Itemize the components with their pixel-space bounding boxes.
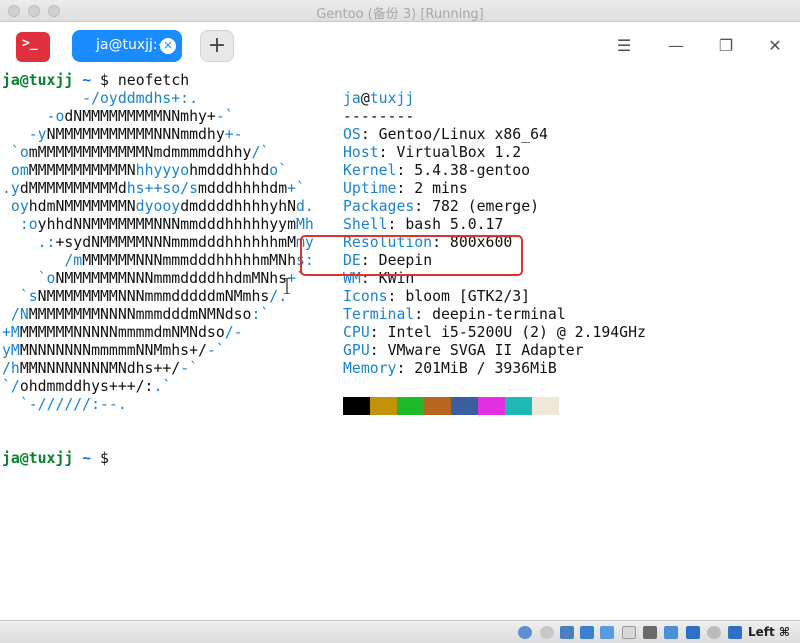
info-key: Uptime xyxy=(343,180,397,197)
info-key: Icons xyxy=(343,288,388,305)
close-icon[interactable]: ✕ xyxy=(765,36,785,56)
network-icon[interactable] xyxy=(580,626,594,639)
optical-drive-icon[interactable] xyxy=(540,626,554,639)
info-value: deepin-terminal xyxy=(432,306,566,323)
info-value: 782 (emerge) xyxy=(432,198,540,215)
virtualization-icon[interactable] xyxy=(686,626,700,639)
ascii-line: /NMMMMMMMMNNNNmmmdddmNMNdso:` xyxy=(10,306,270,323)
mac-title-bar: Gentoo (备份 3) [Running] xyxy=(0,0,800,22)
info-value: 201MiB / 3936MiB xyxy=(414,360,557,377)
info-row-os: OS: Gentoo/Linux x86_64 xyxy=(343,126,548,143)
info-row-packages: Packages: 782 (emerge) xyxy=(343,198,540,215)
ascii-line: /mMMMMMMNNNmmmdddhhhhhmMNhs: xyxy=(64,252,314,269)
info-user-host: ja@tuxjj xyxy=(343,90,415,107)
color-swatch xyxy=(370,397,397,415)
color-swatch xyxy=(343,397,370,415)
prompt-sign: $ xyxy=(100,450,109,467)
add-tab-button[interactable]: + xyxy=(200,30,234,62)
info-row-cpu: CPU: Intel i5-5200U (2) @ 2.194GHz xyxy=(343,324,646,341)
info-row-memory: Memory: 201MiB / 3936MiB xyxy=(343,360,557,377)
info-row-kernel: Kernel: 5.4.38-gentoo xyxy=(343,162,531,179)
ascii-line: .:+sydNMMMMMNNNmmmdddhhhhhhmMmy xyxy=(37,234,314,251)
command-text: neofetch xyxy=(117,72,190,89)
ascii-line: /hMMNNNNNNNNMNdhs++/-` xyxy=(2,360,199,377)
video-capture-icon[interactable] xyxy=(664,626,678,639)
prompt-line: ja@tuxjj ~ $ xyxy=(2,450,109,468)
info-row-uptime: Uptime: 2 mins xyxy=(343,180,468,197)
shared-folders-icon[interactable] xyxy=(622,626,636,639)
usb-icon[interactable] xyxy=(600,626,614,639)
tab-label: ja@tuxjj:~ xyxy=(96,37,170,53)
info-value: Gentoo/Linux x86_64 xyxy=(378,126,548,143)
maximize-icon[interactable]: ❐ xyxy=(716,36,736,56)
menu-icon[interactable]: ☰ xyxy=(614,36,634,56)
info-key: OS xyxy=(343,126,361,143)
ascii-line: +MMMMMMMNNNNNmmmmdmNMNdso/- xyxy=(2,324,243,341)
ascii-line: `oNMMMMMMMNNNmmmddddhhdmMNhs+` xyxy=(37,270,305,287)
prompt-dir: ~ xyxy=(82,450,92,467)
info-value: bloom [GTK2/3] xyxy=(405,288,531,305)
display-icon[interactable] xyxy=(643,626,657,639)
color-swatch xyxy=(451,397,478,415)
info-row-host: Host: VirtualBox 1.2 xyxy=(343,144,522,161)
prompt-user: ja@tuxjj xyxy=(2,72,74,89)
info-key: Host xyxy=(343,144,379,161)
info-key: GPU xyxy=(343,342,370,359)
info-value: 2 mins xyxy=(414,180,468,197)
ascii-line: -yNMMMMMMMMMMMNNNmmdhy+- xyxy=(28,126,243,143)
ascii-line: -odNMMMMMMMMMNNmhy+-` xyxy=(46,108,234,125)
info-row-icons: Icons: bloom [GTK2/3] xyxy=(343,288,531,305)
ascii-line: `omMMMMMMMMMMMMNmdmmmmddhhy/` xyxy=(10,144,270,161)
terminal-app-icon[interactable]: >_ xyxy=(16,32,50,62)
ascii-line: omMMMMMMMMMMMNhhyyyohmdddhhhdo` xyxy=(10,162,288,179)
host-key-label: Left ⌘ xyxy=(747,625,790,639)
ascii-line: -/oyddmdhs+:. xyxy=(82,90,198,107)
ascii-line: .ydMMMMMMMMMMdhs++so/smdddhhhhdm+` xyxy=(2,180,305,197)
ibeam-cursor-icon xyxy=(284,278,290,294)
info-key: Packages xyxy=(343,198,415,215)
command-line: ja@tuxjj ~ $ neofetch xyxy=(2,72,189,90)
ascii-line: `sNMMMMMMMMNNNmmmdddddmNMmhs/. xyxy=(19,288,288,305)
ascii-line: `/ohdmmddhys+++/:.` xyxy=(2,378,172,395)
ascii-line: `-//////:--. xyxy=(19,396,127,413)
prompt-sign: $ xyxy=(100,72,109,89)
info-key: Shell xyxy=(343,216,388,233)
audio-icon[interactable] xyxy=(560,626,574,639)
ascii-line: oyhdmNMMMMMMMNdyooydmddddhhhhyhNd. xyxy=(10,198,314,215)
info-key: Memory xyxy=(343,360,397,377)
color-swatch xyxy=(478,397,505,415)
info-separator: -------- xyxy=(343,108,415,125)
prompt-user: ja@tuxjj xyxy=(2,450,74,467)
terminal-header: >_ ja@tuxjj:~ × + ☰ — ❐ ✕ xyxy=(0,22,800,72)
vbox-status-bar: Left ⌘ xyxy=(0,620,800,643)
minimize-icon[interactable]: — xyxy=(666,36,686,56)
info-row-terminal: Terminal: deepin-terminal xyxy=(343,306,566,323)
info-value: Intel i5-5200U (2) @ 2.194GHz xyxy=(387,324,646,341)
color-swatch xyxy=(424,397,451,415)
ascii-line: :oyhhdNNMMMMMMMNNNmmdddhhhhhyymMh xyxy=(19,216,314,233)
window-title: Gentoo (备份 3) [Running] xyxy=(316,7,484,22)
info-row-shell: Shell: bash 5.0.17 xyxy=(343,216,504,233)
info-key: CPU xyxy=(343,324,370,341)
terminal-body[interactable]: ja@tuxjj ~ $ neofetch -/oyddmdhs+:. -odN… xyxy=(0,72,800,620)
info-value: 5.4.38-gentoo xyxy=(414,162,531,179)
color-swatch xyxy=(532,397,559,415)
info-key: Kernel xyxy=(343,162,397,179)
info-value: VMware SVGA II Adapter xyxy=(387,342,584,359)
mouse-integration-icon[interactable] xyxy=(707,626,721,639)
tab-close-icon[interactable]: × xyxy=(160,38,176,54)
info-key: Terminal xyxy=(343,306,415,323)
info-row-gpu: GPU: VMware SVGA II Adapter xyxy=(343,342,584,359)
info-value: bash 5.0.17 xyxy=(405,216,504,233)
info-value: VirtualBox 1.2 xyxy=(396,144,522,161)
ascii-line: yMMNNNNNNNmmmmmNNMmhs+/-` xyxy=(2,342,225,359)
keyboard-icon[interactable] xyxy=(728,626,742,639)
hard-disk-icon[interactable] xyxy=(518,626,532,639)
prompt-dir: ~ xyxy=(82,72,92,89)
color-swatch xyxy=(397,397,424,415)
highlight-box xyxy=(300,235,523,276)
color-swatch xyxy=(505,397,532,415)
